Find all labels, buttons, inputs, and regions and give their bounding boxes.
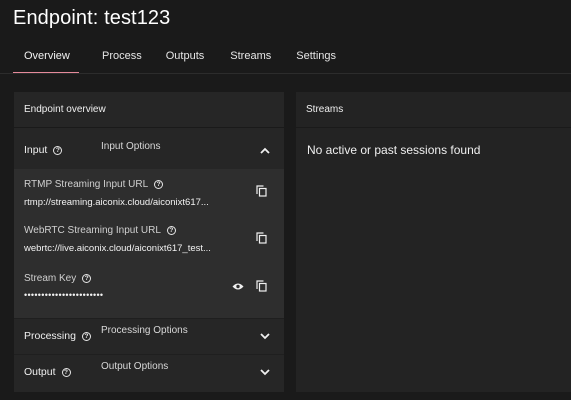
webrtc-help-icon[interactable]: ? <box>166 226 176 235</box>
streams-header: Streams <box>296 92 571 128</box>
tab-settings[interactable]: Settings <box>296 43 336 74</box>
webrtc-url-label: WebRTC Streaming Input URL <box>24 225 161 236</box>
input-title: Input <box>24 144 48 156</box>
processing-help-icon[interactable]: ? <box>81 331 91 341</box>
tabs-divider <box>0 73 571 74</box>
webrtc-url-field-label: WebRTC Streaming Input URL ? <box>24 225 176 236</box>
tab-streams[interactable]: Streams <box>230 43 271 74</box>
rtmp-url-field-label: RTMP Streaming Input URL ? <box>24 179 164 190</box>
endpoint-overview-panel: Endpoint overview Input ? Input Options … <box>14 92 284 392</box>
rtmp-url-value: rtmp://streaming.aiconix.cloud/aiconixt6… <box>24 197 209 208</box>
tab-outputs[interactable]: Outputs <box>166 43 205 74</box>
processing-accordion-header[interactable]: Processing ? Processing Options <box>14 318 284 354</box>
webrtc-url-value: webrtc://live.aiconix.cloud/aiconixt617_… <box>24 243 211 254</box>
tab-bar: Overview Process Outputs Streams Setting… <box>13 43 571 74</box>
input-help-icon[interactable]: ? <box>53 145 63 155</box>
rtmp-url-label: RTMP Streaming Input URL <box>24 179 149 190</box>
copy-webrtc-url-icon[interactable] <box>254 231 268 245</box>
stream-key-value: ••••••••••••••••••••••• <box>24 290 104 300</box>
input-options-label: Input Options <box>101 141 161 152</box>
input-accordion-header[interactable]: Input ? Input Options <box>14 132 284 168</box>
output-title: Output <box>24 366 56 378</box>
copy-stream-key-icon[interactable] <box>254 279 268 293</box>
eye-icon[interactable] <box>231 279 245 293</box>
output-accordion-header[interactable]: Output ? Output Options <box>14 354 284 390</box>
processing-options-label: Processing Options <box>101 325 188 336</box>
stream-key-label: Stream Key <box>24 273 77 284</box>
copy-rtmp-url-icon[interactable] <box>254 184 268 198</box>
chevron-down-icon[interactable] <box>258 329 272 343</box>
stream-key-field-label: Stream Key ? <box>24 273 92 284</box>
chevron-up-icon[interactable] <box>258 143 272 157</box>
chevron-down-icon[interactable] <box>258 365 272 379</box>
page-title: Endpoint: test123 <box>13 7 171 29</box>
tab-overview[interactable]: Overview <box>13 43 79 74</box>
input-options-body: RTMP Streaming Input URL ? rtmp://stream… <box>14 169 284 318</box>
stream-key-help-icon[interactable]: ? <box>82 274 92 283</box>
streams-panel: Streams No active or past sessions found <box>296 92 571 392</box>
streams-empty-message: No active or past sessions found <box>307 143 481 157</box>
output-help-icon[interactable]: ? <box>61 367 71 377</box>
processing-title: Processing <box>24 330 76 342</box>
tab-process[interactable]: Process <box>102 43 142 74</box>
endpoint-overview-header: Endpoint overview <box>14 92 284 128</box>
output-options-label: Output Options <box>101 361 169 372</box>
rtmp-help-icon[interactable]: ? <box>154 180 164 189</box>
